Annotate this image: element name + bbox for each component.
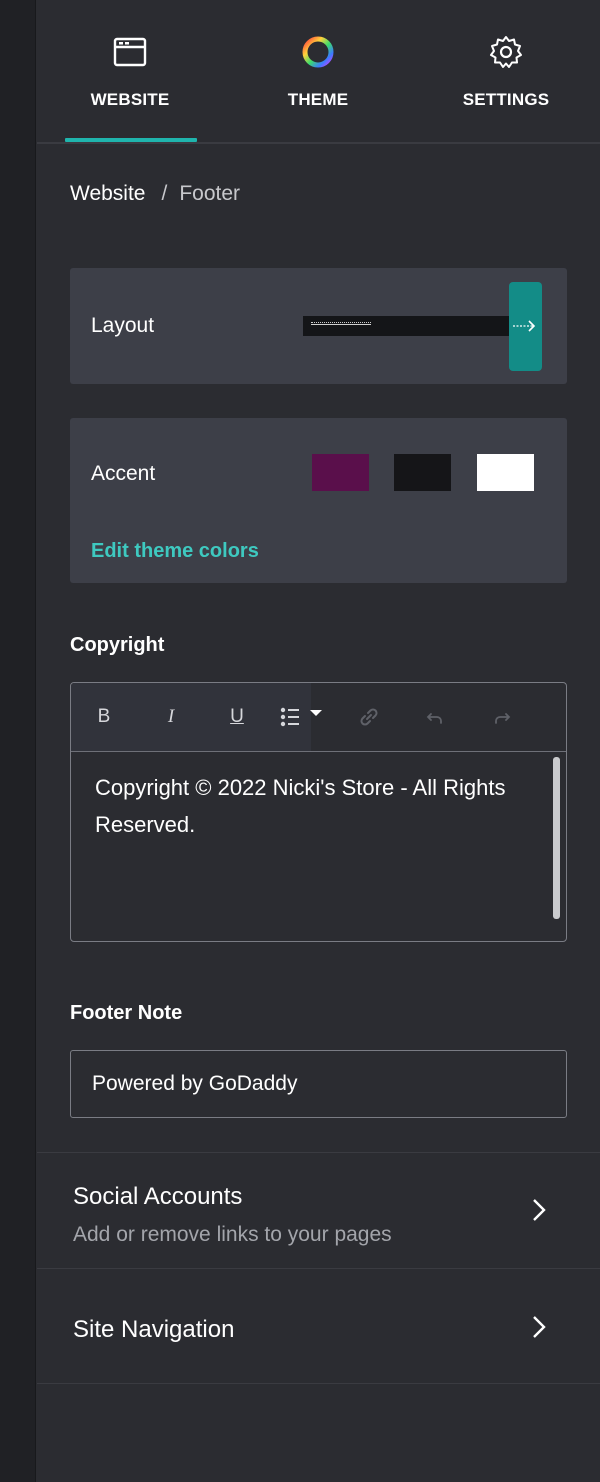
layout-label: Layout <box>91 314 155 337</box>
browser-window-icon <box>113 37 147 67</box>
accent-card: Accent Edit theme colors <box>70 418 567 583</box>
layout-card[interactable]: Layout <box>70 268 567 384</box>
breadcrumb-current: Footer <box>179 182 241 205</box>
copyright-text[interactable]: Copyright © 2022 Nicki's Store - All Rig… <box>95 769 545 843</box>
undo-button[interactable] <box>423 705 447 729</box>
site-navigation-title: Site Navigation <box>73 1316 235 1343</box>
active-tab-indicator <box>65 138 197 142</box>
social-accounts-title: Social Accounts <box>73 1183 243 1210</box>
tab-settings[interactable]: SETTINGS <box>439 0 573 142</box>
accent-swatch-1[interactable] <box>312 454 369 491</box>
redo-icon <box>495 713 511 724</box>
list-dropdown-button[interactable] <box>279 705 325 729</box>
arrow-right-icon <box>513 320 536 332</box>
left-rail <box>0 0 36 1482</box>
breadcrumb-root[interactable]: Website <box>70 182 145 205</box>
breadcrumb: Website / Footer <box>70 182 240 206</box>
social-accounts-row[interactable]: Social Accounts Add or remove links to y… <box>37 1152 600 1268</box>
tab-website[interactable]: WEBSITE <box>63 0 197 142</box>
tab-theme[interactable]: THEME <box>251 0 385 142</box>
gear-icon <box>490 36 522 68</box>
accent-swatch-2[interactable] <box>394 454 451 491</box>
layout-preview <box>303 316 509 336</box>
footer-note-input[interactable] <box>70 1050 567 1118</box>
copyright-label: Copyright <box>70 634 165 656</box>
undo-icon <box>426 713 442 724</box>
bullet-list-icon <box>280 707 322 727</box>
italic-button[interactable]: I <box>159 705 183 729</box>
chevron-right-icon <box>533 1199 546 1221</box>
breadcrumb-separator: / <box>161 182 168 205</box>
social-accounts-subtitle: Add or remove links to your pages <box>73 1223 392 1246</box>
editor-toolbar: B I U <box>71 683 566 752</box>
tab-settings-label: SETTINGS <box>462 90 550 109</box>
accent-swatch-3[interactable] <box>477 454 534 491</box>
chevron-right-icon <box>533 1316 546 1338</box>
layout-preview-lines <box>311 322 371 325</box>
editor-scrollbar[interactable] <box>553 757 560 919</box>
edit-theme-colors-link[interactable]: Edit theme colors <box>91 540 259 563</box>
bold-button[interactable]: B <box>92 705 116 729</box>
link-button[interactable] <box>357 705 381 729</box>
tab-website-label: WEBSITE <box>90 90 170 109</box>
tab-bar: WEBSITE THEME SETTINGS <box>37 0 600 144</box>
copyright-editor[interactable]: B I U Copyright © 2022 Nicki's Store - A… <box>70 682 567 942</box>
accent-label: Accent <box>91 462 156 485</box>
redo-button[interactable] <box>490 705 514 729</box>
color-wheel-icon <box>302 36 334 68</box>
link-icon <box>360 708 378 726</box>
layout-next-button[interactable] <box>509 282 542 371</box>
editor-panel: WEBSITE THEME SETTINGS Website / Footer … <box>37 0 600 1482</box>
footer-note-label: Footer Note <box>70 1002 183 1024</box>
site-navigation-row[interactable]: Site Navigation <box>37 1268 600 1384</box>
underline-button[interactable]: U <box>225 705 249 729</box>
tab-theme-label: THEME <box>287 90 349 109</box>
